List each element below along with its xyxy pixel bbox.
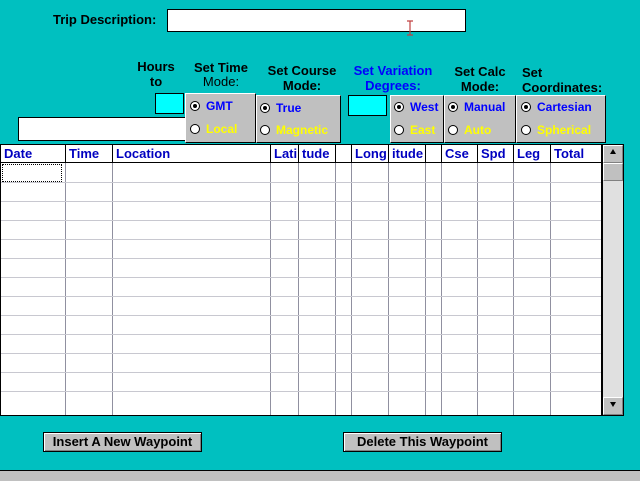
gmt-radio[interactable] — [190, 101, 200, 111]
grid-row-line — [1, 258, 601, 259]
true-radio[interactable] — [260, 103, 270, 113]
scroll-up-button[interactable] — [603, 145, 623, 163]
local-option-label[interactable]: Local — [206, 122, 237, 136]
status-bar — [0, 470, 640, 481]
course-mode-label-line1: Set Course — [267, 63, 337, 78]
grid-row-line — [1, 182, 601, 183]
arrow-down-icon — [609, 400, 617, 411]
arrow-up-icon — [609, 148, 617, 159]
waypoint-grid[interactable]: Date Time Location Lati tude Long itude … — [0, 144, 602, 416]
auto-option-label[interactable]: Auto — [464, 123, 491, 137]
variation-label-line1: Set Variation — [353, 63, 433, 78]
column-header-lon-min[interactable]: itude — [389, 145, 426, 163]
selected-cell[interactable] — [2, 164, 62, 182]
variation-degrees-input[interactable] — [348, 95, 387, 116]
grid-row-line — [1, 201, 601, 202]
coordinates-label-line2: Coordinates: — [522, 80, 603, 95]
grid-row-line — [1, 239, 601, 240]
hours-label-line2: to — [149, 74, 163, 89]
column-header-location[interactable]: Location — [113, 145, 271, 163]
column-header-leg[interactable]: Leg — [514, 145, 551, 163]
scroll-thumb[interactable] — [603, 163, 623, 181]
hours-detail-field[interactable] — [18, 117, 186, 141]
magnetic-radio[interactable] — [260, 125, 270, 135]
variation-direction-group: West East — [390, 95, 444, 143]
grid-row-line — [1, 391, 601, 392]
calc-mode-label-line2: Mode: — [460, 79, 500, 94]
course-mode-group: True Magnetic — [256, 95, 341, 143]
scroll-down-button[interactable] — [603, 397, 623, 415]
text-cursor-icon — [405, 20, 415, 36]
grid-row-line — [1, 372, 601, 373]
grid-row-line — [1, 315, 601, 316]
trip-description-label: Trip Description: — [53, 12, 157, 27]
column-header-time[interactable]: Time — [66, 145, 113, 163]
column-header-date[interactable]: Date — [1, 145, 66, 163]
column-header-lon-dir[interactable] — [426, 145, 442, 163]
delete-waypoint-button[interactable]: Delete This Waypoint — [343, 432, 502, 452]
coordinates-group: Cartesian Spherical — [516, 95, 606, 143]
column-header-total[interactable]: Total — [551, 145, 601, 163]
column-header-course[interactable]: Cse — [442, 145, 478, 163]
course-mode-label-line2: Mode: — [282, 78, 322, 93]
grid-row-line — [1, 277, 601, 278]
manual-option-label[interactable]: Manual — [464, 100, 505, 114]
column-header-lat-deg[interactable]: Lati — [271, 145, 299, 163]
column-header-lon-deg[interactable]: Long — [352, 145, 389, 163]
hours-label-line1: Hours — [137, 59, 175, 74]
insert-waypoint-button[interactable]: Insert A New Waypoint — [43, 432, 202, 452]
east-radio[interactable] — [394, 125, 404, 135]
grid-row-line — [1, 296, 601, 297]
true-option-label[interactable]: True — [276, 101, 301, 115]
cartesian-radio[interactable] — [521, 102, 531, 112]
column-header-lat-dir[interactable] — [336, 145, 352, 163]
spherical-option-label[interactable]: Spherical — [537, 123, 591, 137]
cartesian-option-label[interactable]: Cartesian — [537, 100, 592, 114]
manual-radio[interactable] — [448, 102, 458, 112]
time-mode-label-line1: Set Time — [194, 60, 248, 75]
grid-row-line — [1, 220, 601, 221]
variation-label-line2: Degrees: — [365, 78, 421, 93]
west-radio[interactable] — [394, 102, 404, 112]
column-header-lat-min[interactable]: tude — [299, 145, 336, 163]
time-mode-label-line2: Mode: — [202, 74, 240, 89]
gmt-option-label[interactable]: GMT — [206, 99, 233, 113]
coordinates-label-line1: Set — [522, 65, 543, 80]
magnetic-option-label[interactable]: Magnetic — [276, 123, 328, 137]
calc-mode-label-line1: Set Calc — [454, 64, 506, 79]
west-option-label[interactable]: West — [410, 100, 438, 114]
grid-scrollbar[interactable] — [602, 144, 624, 416]
time-mode-group: GMT Local — [185, 93, 256, 143]
trip-description-input[interactable] — [167, 9, 466, 32]
east-option-label[interactable]: East — [410, 123, 435, 137]
auto-radio[interactable] — [448, 125, 458, 135]
grid-row-line — [1, 334, 601, 335]
column-header-speed[interactable]: Spd — [478, 145, 514, 163]
hours-offset-input[interactable] — [155, 93, 184, 114]
spherical-radio[interactable] — [521, 125, 531, 135]
local-radio[interactable] — [190, 124, 200, 134]
calc-mode-group: Manual Auto — [444, 95, 516, 143]
grid-row-line — [1, 353, 601, 354]
